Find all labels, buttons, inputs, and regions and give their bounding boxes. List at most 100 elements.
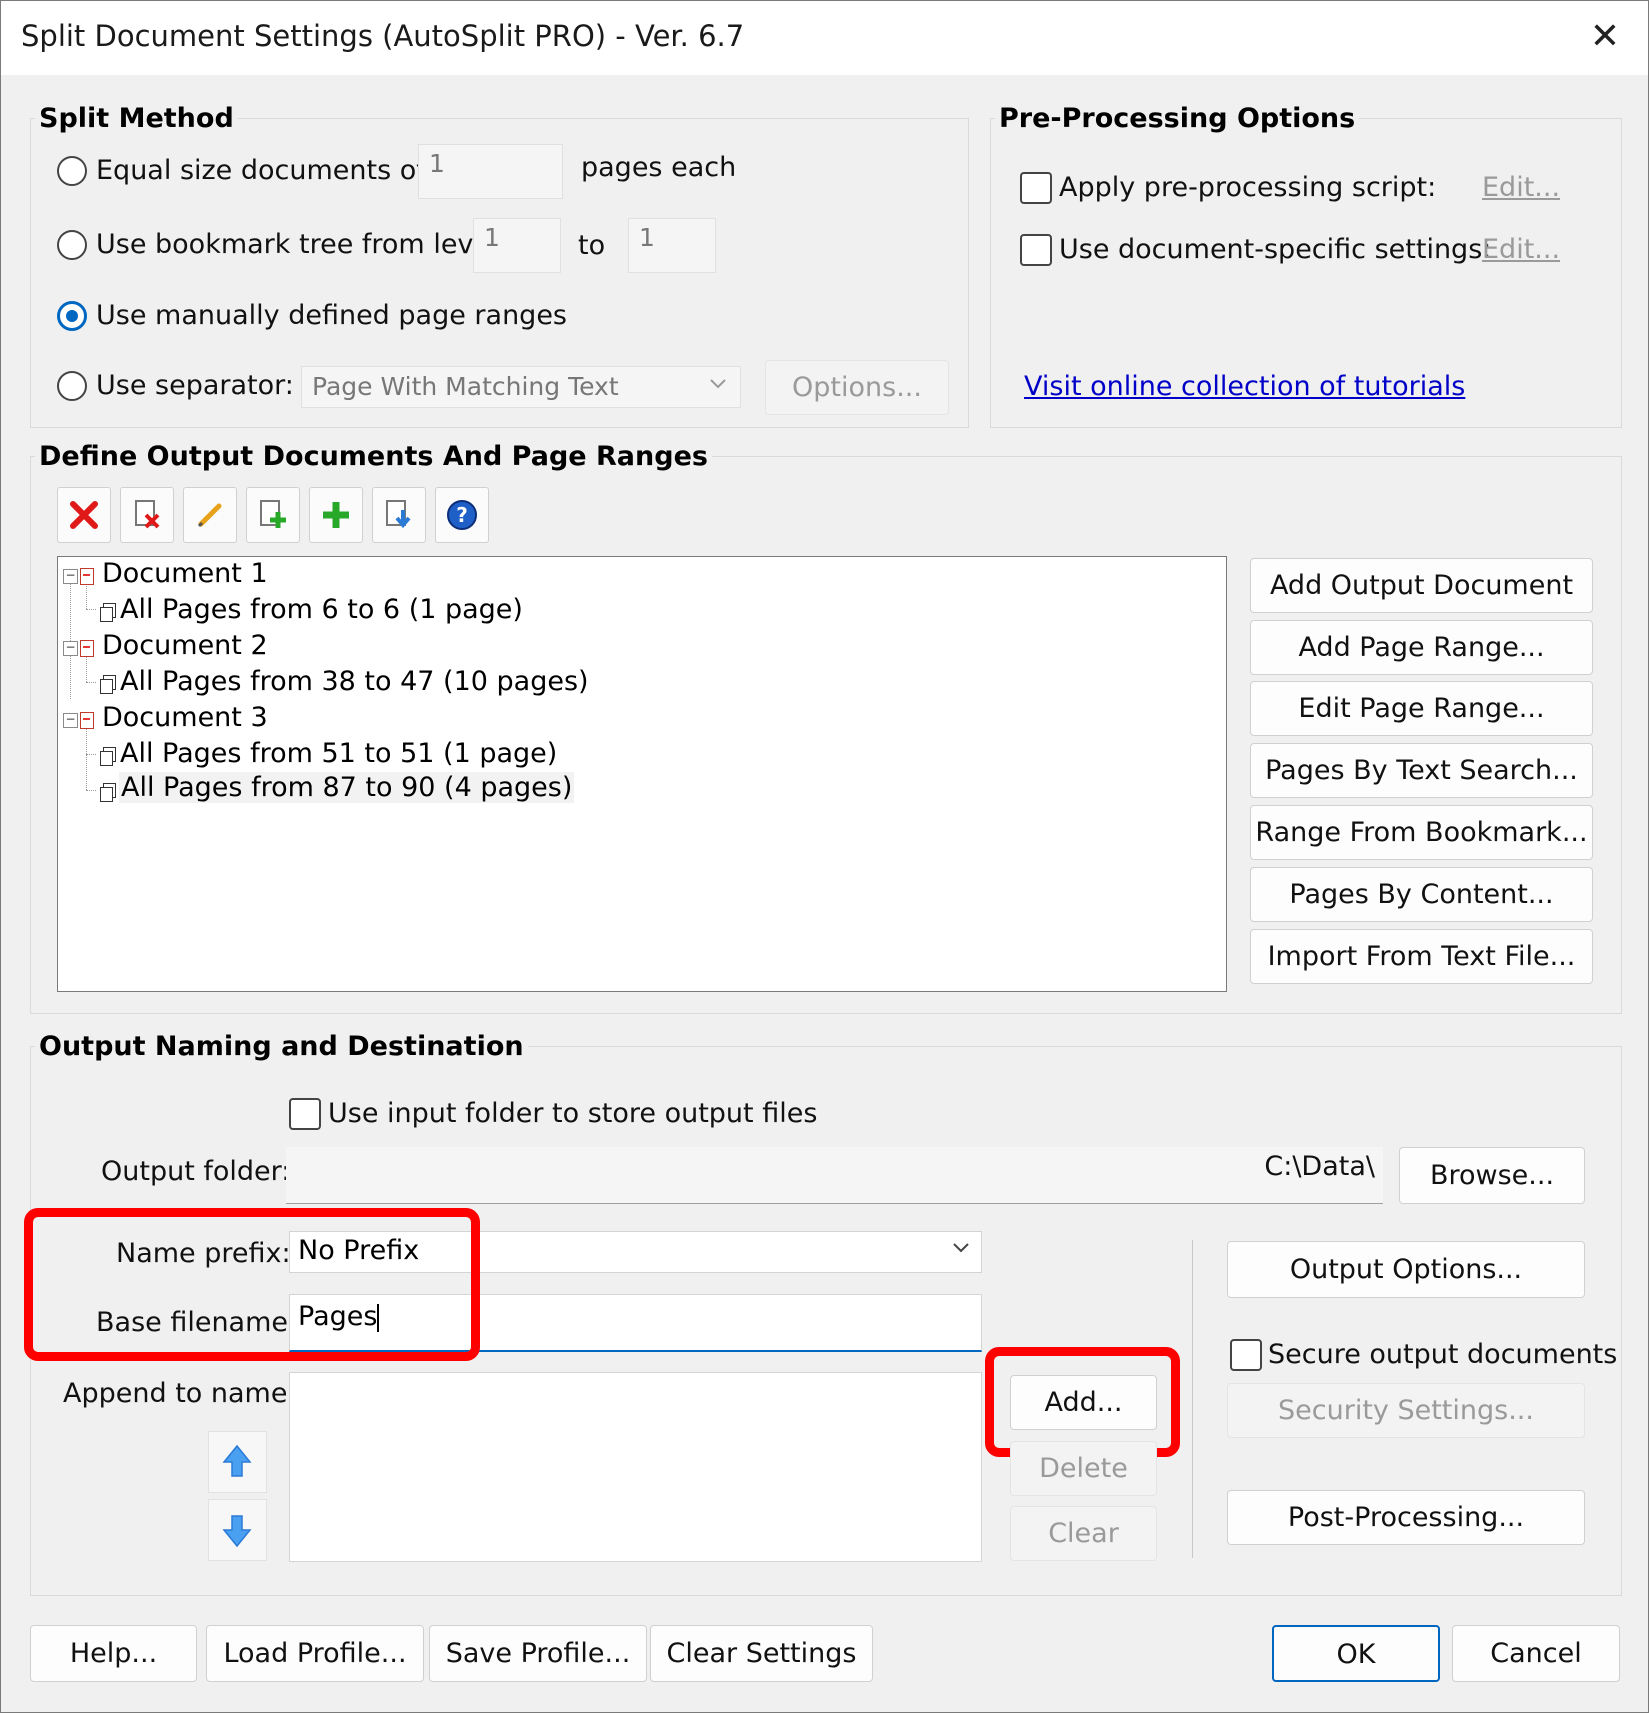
- range-from-bookmark-button[interactable]: Range From Bookmark...: [1250, 805, 1593, 860]
- bookmark-level-from-input[interactable]: 1: [473, 218, 561, 273]
- tree-range-label: All Pages from 87 to 90 (4 pages): [119, 772, 575, 803]
- pages-each-label: pages each: [581, 152, 737, 183]
- delete-document-icon: [135, 500, 160, 529]
- delete-button[interactable]: [57, 487, 111, 543]
- add-page-button[interactable]: [246, 487, 300, 543]
- bookmark-radio[interactable]: [57, 230, 87, 260]
- cancel-button[interactable]: Cancel: [1452, 1625, 1620, 1682]
- equal-size-radio[interactable]: [57, 156, 87, 186]
- split-method-heading: Split Method: [35, 103, 238, 134]
- separator-select-value: Page With Matching Text: [312, 372, 619, 401]
- dialog-window: Split Document Settings (AutoSplit PRO) …: [0, 0, 1649, 1713]
- arrow-down-icon: [222, 1515, 252, 1548]
- edit-page-range-button[interactable]: Edit Page Range...: [1250, 681, 1593, 736]
- output-folder-value: C:\Data\: [1264, 1151, 1375, 1182]
- output-options-button[interactable]: Output Options...: [1227, 1241, 1585, 1298]
- append-to-name-label: Append to name:: [63, 1378, 297, 1409]
- preprocessing-script-checkbox[interactable]: [1020, 172, 1052, 204]
- close-icon[interactable]: ✕: [1583, 15, 1627, 59]
- equal-size-label: Equal size documents of: [96, 155, 426, 186]
- help-toolbar-button[interactable]: ?: [435, 487, 489, 543]
- bookmark-label: Use bookmark tree from level: [96, 229, 498, 260]
- collapse-icon[interactable]: −: [63, 713, 78, 728]
- browse-button[interactable]: Browse...: [1399, 1147, 1585, 1204]
- page-range-icon: [100, 603, 116, 622]
- ok-button[interactable]: OK: [1272, 1625, 1440, 1682]
- move-down-button[interactable]: [208, 1499, 267, 1561]
- help-button[interactable]: Help...: [30, 1625, 197, 1682]
- import-from-text-file-button[interactable]: Import From Text File...: [1250, 929, 1593, 984]
- title-bar: Split Document Settings (AutoSplit PRO) …: [1, 1, 1648, 75]
- tree-range-label: All Pages from 51 to 51 (1 page): [120, 738, 558, 769]
- bookmark-to-label: to: [578, 230, 606, 261]
- add-output-document-button[interactable]: Add Output Document: [1250, 558, 1593, 613]
- output-naming-heading: Output Naming and Destination: [35, 1031, 528, 1062]
- tutorials-link[interactable]: Visit online collection of tutorials: [1024, 371, 1465, 402]
- arrow-up-icon: [222, 1444, 252, 1477]
- tree-document-label: Document 1: [102, 558, 268, 589]
- pages-by-text-search-button[interactable]: Pages By Text Search...: [1250, 743, 1593, 798]
- import-button[interactable]: [372, 487, 426, 543]
- edit-button[interactable]: [183, 487, 237, 543]
- delete-document-button[interactable]: [120, 487, 174, 543]
- delete-append-button[interactable]: Delete: [1010, 1441, 1157, 1496]
- output-folder-field[interactable]: C:\Data\: [286, 1147, 1383, 1204]
- load-profile-button[interactable]: Load Profile...: [206, 1625, 424, 1682]
- use-input-folder-checkbox[interactable]: [289, 1098, 321, 1130]
- page-range-icon: [100, 783, 116, 802]
- pages-by-content-button[interactable]: Pages By Content...: [1250, 867, 1593, 922]
- window-title: Split Document Settings (AutoSplit PRO) …: [21, 19, 745, 53]
- post-processing-button[interactable]: Post-Processing...: [1227, 1490, 1585, 1545]
- add-plus-icon: [323, 502, 349, 528]
- document-specific-checkbox[interactable]: [1020, 234, 1052, 266]
- chevron-down-icon: [708, 371, 728, 401]
- append-to-name-list[interactable]: [289, 1372, 982, 1562]
- document-specific-label: Use document-specific settings:: [1059, 234, 1492, 265]
- preprocessing-heading: Pre-Processing Options: [995, 103, 1360, 134]
- import-icon: [386, 500, 411, 529]
- edit-pencil-icon: [197, 503, 222, 528]
- separator-label: Use separator:: [96, 370, 294, 401]
- output-folder-label: Output folder:: [101, 1156, 291, 1187]
- secure-output-label: Secure output documents: [1268, 1339, 1618, 1370]
- collapse-icon[interactable]: −: [63, 641, 78, 656]
- tree-document-label: Document 2: [102, 630, 268, 661]
- separator-options-button[interactable]: Options...: [765, 360, 949, 415]
- pdf-document-icon: [80, 568, 94, 585]
- help-icon: ?: [447, 500, 477, 530]
- preprocessing-script-edit-link[interactable]: Edit...: [1482, 172, 1560, 203]
- define-output-heading: Define Output Documents And Page Ranges: [35, 441, 712, 472]
- separator-radio[interactable]: [57, 371, 87, 401]
- add-button[interactable]: [309, 487, 363, 543]
- add-page-icon: [260, 500, 286, 528]
- use-input-folder-label: Use input folder to store output files: [328, 1098, 818, 1129]
- add-page-range-button[interactable]: Add Page Range...: [1250, 620, 1593, 675]
- page-range-icon: [100, 675, 116, 694]
- preprocessing-script-label: Apply pre-processing script:: [1059, 172, 1437, 203]
- pages-each-input[interactable]: 1: [418, 144, 563, 199]
- chevron-down-icon: [951, 1235, 971, 1266]
- pdf-document-icon: [80, 712, 94, 729]
- manual-ranges-label: Use manually defined page ranges: [96, 300, 567, 331]
- document-specific-edit-link[interactable]: Edit...: [1482, 234, 1560, 265]
- security-settings-button[interactable]: Security Settings...: [1227, 1383, 1585, 1438]
- tree-range-label: All Pages from 38 to 47 (10 pages): [120, 666, 589, 697]
- highlight-box-naming: [24, 1208, 480, 1361]
- clear-settings-button[interactable]: Clear Settings: [650, 1625, 873, 1682]
- clear-append-button[interactable]: Clear: [1010, 1506, 1157, 1561]
- tree-range-label: All Pages from 6 to 6 (1 page): [120, 594, 523, 625]
- vertical-divider: [1192, 1240, 1193, 1558]
- manual-ranges-radio[interactable]: [57, 301, 87, 331]
- move-up-button[interactable]: [208, 1431, 267, 1493]
- separator-select[interactable]: Page With Matching Text: [301, 366, 741, 408]
- collapse-icon[interactable]: −: [63, 569, 78, 584]
- page-range-icon: [100, 747, 116, 766]
- bookmark-level-to-input[interactable]: 1: [628, 218, 716, 273]
- secure-output-checkbox[interactable]: [1230, 1339, 1262, 1371]
- tree-document-label: Document 3: [102, 702, 268, 733]
- output-documents-tree[interactable]: − Document 1 All Pages from 6 to 6 (1 pa…: [57, 556, 1227, 992]
- delete-icon: [70, 501, 98, 529]
- svg-text:?: ?: [456, 503, 468, 527]
- pdf-document-icon: [80, 640, 94, 657]
- save-profile-button[interactable]: Save Profile...: [429, 1625, 647, 1682]
